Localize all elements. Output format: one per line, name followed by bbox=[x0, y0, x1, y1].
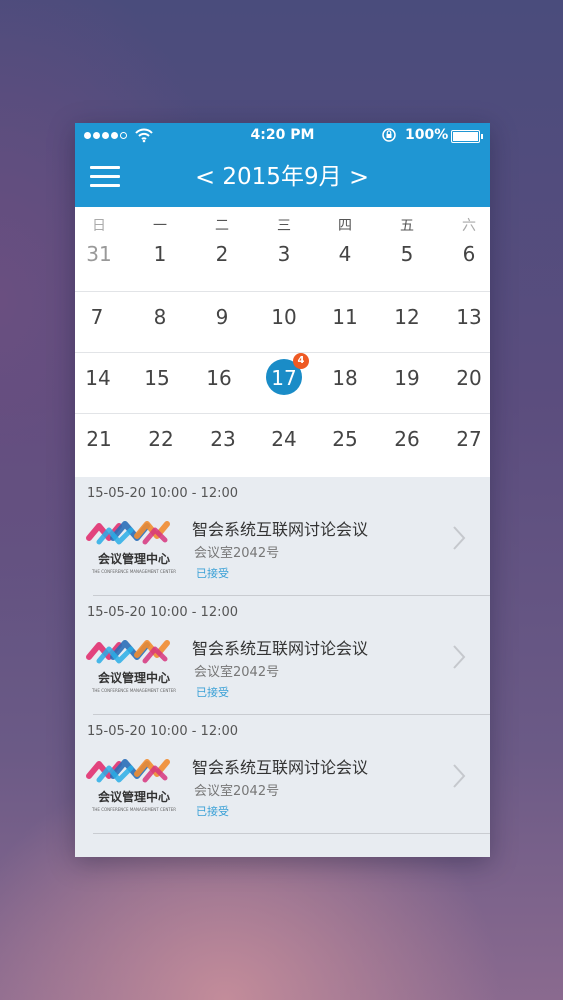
calendar-day[interactable]: 5 bbox=[387, 237, 427, 271]
meeting-item[interactable]: 15-05-20 10:00 - 12:00 会议管理中心 THE CONFER… bbox=[75, 596, 490, 715]
conference-logo-mark-icon bbox=[86, 640, 170, 664]
logo-text-cn: 会议管理中心 bbox=[97, 671, 170, 685]
selected-day-number: 17 bbox=[271, 366, 297, 390]
rotation-lock-icon bbox=[382, 128, 396, 142]
conference-logo-mark-icon bbox=[86, 521, 170, 545]
conference-logo: 会议管理中心 THE CONFERENCE MANAGEMENT CENTER bbox=[85, 516, 177, 580]
calendar-day[interactable]: 4 bbox=[325, 237, 365, 271]
calendar-day[interactable]: 20 bbox=[449, 361, 489, 395]
calendar-day[interactable]: 25 bbox=[325, 422, 365, 456]
calendar-day[interactable]: 14 bbox=[78, 361, 118, 395]
conference-logo-mark-icon bbox=[86, 759, 170, 783]
logo-text-en: THE CONFERENCE MANAGEMENT CENTER bbox=[91, 688, 177, 693]
meeting-item[interactable]: 15-05-20 10:00 - 12:00 会议管理中心 THE CONFER… bbox=[75, 477, 490, 596]
event-count-badge: 4 bbox=[293, 353, 309, 369]
calendar-day[interactable]: 18 bbox=[325, 361, 365, 395]
next-month-button[interactable]: > bbox=[347, 163, 371, 191]
meeting-status: 已接受 bbox=[196, 686, 229, 699]
phone-screen: 4:20 PM 100% < 2015年9月 > 日 一 二 三 四 五 六 3… bbox=[75, 123, 490, 857]
calendar-day[interactable]: 23 bbox=[203, 422, 243, 456]
calendar-day[interactable]: 21 bbox=[79, 422, 119, 456]
meeting-title: 智会系统互联网讨论会议 bbox=[192, 520, 369, 539]
meeting-title: 智会系统互联网讨论会议 bbox=[192, 639, 369, 658]
calendar-day[interactable]: 31 bbox=[79, 237, 119, 271]
logo-text-cn: 会议管理中心 bbox=[97, 790, 170, 804]
meeting-title: 智会系统互联网讨论会议 bbox=[192, 758, 369, 777]
calendar-day-selected[interactable]: 17 4 bbox=[264, 353, 309, 395]
calendar-week: 14 15 16 17 4 18 19 20 bbox=[75, 353, 490, 414]
logo-text-cn: 会议管理中心 bbox=[97, 552, 170, 566]
logo-text-en: THE CONFERENCE MANAGEMENT CENTER bbox=[91, 807, 177, 812]
status-bar: 4:20 PM 100% bbox=[75, 123, 490, 149]
chevron-right-icon bbox=[453, 764, 466, 788]
meeting-room: 会议室2042号 bbox=[194, 546, 280, 561]
calendar-day[interactable]: 22 bbox=[141, 422, 181, 456]
prev-month-button[interactable]: < bbox=[193, 163, 217, 191]
chevron-right-icon bbox=[453, 526, 466, 550]
battery-percent: 100% bbox=[405, 127, 449, 143]
logo-text-en: THE CONFERENCE MANAGEMENT CENTER bbox=[91, 569, 177, 574]
calendar-day[interactable]: 13 bbox=[449, 300, 489, 334]
chevron-right-icon bbox=[453, 645, 466, 669]
calendar-day[interactable]: 19 bbox=[387, 361, 427, 395]
calendar-day[interactable]: 12 bbox=[387, 300, 427, 334]
meeting-time: 15-05-20 10:00 - 12:00 bbox=[87, 486, 239, 501]
calendar-day[interactable]: 27 bbox=[449, 422, 489, 456]
calendar-day[interactable]: 16 bbox=[199, 361, 239, 395]
calendar-day[interactable]: 2 bbox=[202, 237, 242, 271]
calendar-day[interactable]: 7 bbox=[77, 300, 117, 334]
calendar-day[interactable]: 1 bbox=[140, 237, 180, 271]
nav-bar: < 2015年9月 > bbox=[75, 149, 490, 207]
calendar-day[interactable]: 3 bbox=[264, 237, 304, 271]
calendar-day[interactable]: 15 bbox=[137, 361, 177, 395]
meeting-status: 已接受 bbox=[196, 805, 229, 818]
calendar-day[interactable]: 24 bbox=[264, 422, 304, 456]
calendar: 日 一 二 三 四 五 六 31 1 2 3 4 5 6 7 8 9 10 11… bbox=[75, 207, 490, 477]
calendar-day[interactable]: 9 bbox=[202, 300, 242, 334]
month-title: 2015年9月 bbox=[222, 164, 342, 190]
calendar-week: 31 1 2 3 4 5 6 bbox=[75, 231, 490, 292]
calendar-week: 21 22 23 24 25 26 27 bbox=[75, 414, 490, 476]
calendar-week: 7 8 9 10 11 12 13 bbox=[75, 292, 490, 353]
meeting-status: 已接受 bbox=[196, 567, 229, 580]
calendar-day[interactable]: 26 bbox=[387, 422, 427, 456]
divider bbox=[93, 833, 490, 834]
meeting-room: 会议室2042号 bbox=[194, 665, 280, 680]
conference-logo: 会议管理中心 THE CONFERENCE MANAGEMENT CENTER bbox=[85, 635, 177, 699]
meeting-time: 15-05-20 10:00 - 12:00 bbox=[87, 724, 239, 739]
menu-icon[interactable] bbox=[90, 166, 120, 188]
calendar-day[interactable]: 6 bbox=[449, 237, 489, 271]
calendar-day[interactable]: 10 bbox=[264, 300, 304, 334]
meeting-time: 15-05-20 10:00 - 12:00 bbox=[87, 605, 239, 620]
calendar-day[interactable]: 11 bbox=[325, 300, 365, 334]
conference-logo: 会议管理中心 THE CONFERENCE MANAGEMENT CENTER bbox=[85, 754, 177, 818]
meeting-item[interactable]: 15-05-20 10:00 - 12:00 会议管理中心 THE CONFER… bbox=[75, 715, 490, 834]
battery-icon bbox=[451, 130, 483, 143]
calendar-day[interactable]: 8 bbox=[140, 300, 180, 334]
meeting-room: 会议室2042号 bbox=[194, 784, 280, 799]
